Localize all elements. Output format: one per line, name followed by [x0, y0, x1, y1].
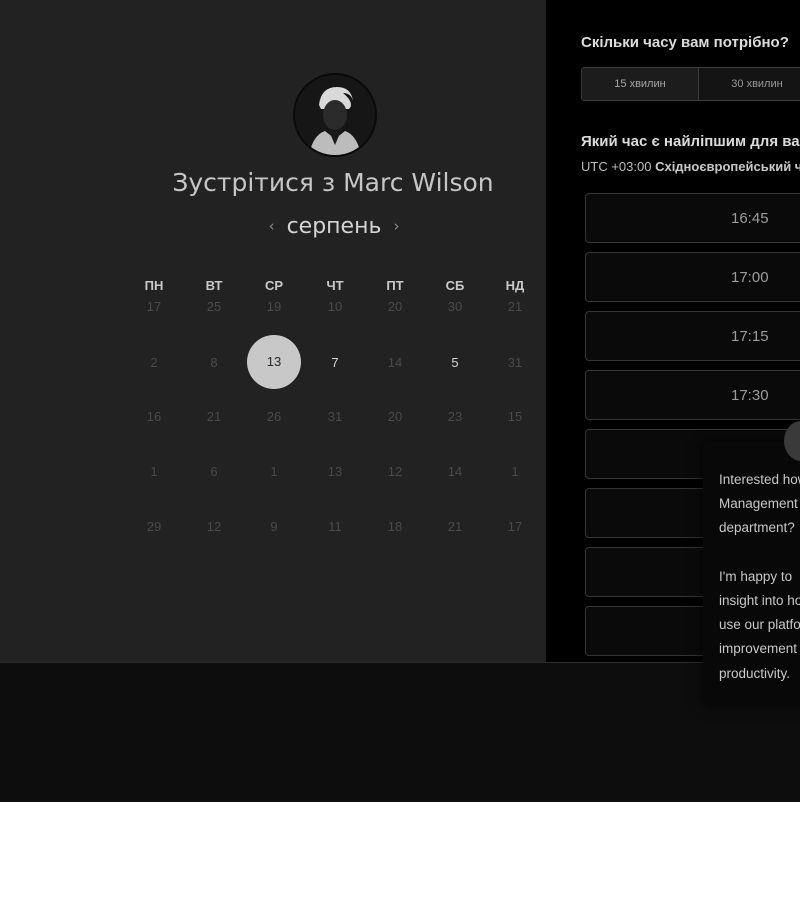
time-slot[interactable]: 17:00 — [585, 252, 800, 302]
calendar-day: 1 — [511, 464, 519, 479]
calendar-day: 11 — [328, 519, 342, 534]
host-avatar — [293, 73, 377, 157]
calendar-day: 18 — [387, 519, 403, 534]
scheduler-screen: Зустрітися з Marc Wilson ‹ серпень › ПН ВТ С… — [0, 0, 800, 802]
calendar-day: 31 — [327, 409, 343, 424]
calendar-panel: Зустрітися з Marc Wilson ‹ серпень › ПН ВТ С… — [0, 0, 546, 662]
calendar-day: 21 — [507, 299, 523, 314]
time-slot[interactable]: 16:45 — [585, 193, 800, 243]
weekday-header: НД — [505, 278, 525, 293]
month-label: серпень — [286, 214, 382, 239]
time-slot-label: 17:30 — [731, 387, 769, 404]
calendar-day[interactable]: 5 — [435, 355, 475, 370]
footer-bar — [0, 662, 800, 802]
calendar-day: 1 — [150, 464, 158, 479]
calendar-day: 21 — [206, 409, 222, 424]
duration-question: Скільки часу вам потрібно? — [581, 34, 789, 51]
calendar-day: 19 — [266, 299, 282, 314]
calendar-day: 21 — [447, 519, 463, 534]
calendar-day: 10 — [327, 299, 343, 314]
timezone-name: Східноєвропейський час — [655, 159, 800, 174]
weekday-header: ВТ — [205, 278, 223, 293]
calendar-day: 26 — [266, 409, 282, 424]
calendar-day: 13 — [327, 464, 343, 479]
duration-option-30[interactable]: 30 хвилин — [699, 68, 800, 100]
duration-selector: 15 хвилин 30 хвилин — [581, 67, 800, 101]
calendar-day: 12 — [206, 519, 222, 534]
calendar-day: 15 — [507, 409, 523, 424]
weekday-header: СР — [264, 278, 284, 293]
calendar-day: 23 — [447, 409, 463, 424]
calendar-day: 14 — [447, 464, 463, 479]
chat-popup[interactable]: Interested how Management department? I'… — [703, 442, 800, 704]
calendar-day-selected[interactable]: 13 — [247, 335, 301, 389]
weekday-header: ЧТ — [326, 278, 344, 293]
calendar-day: 17 — [507, 519, 523, 534]
calendar-day: 1 — [270, 464, 278, 479]
calendar-day: 17 — [146, 299, 162, 314]
duration-option-15[interactable]: 15 хвилин — [582, 68, 699, 100]
timezone-label: UTC +03:00 Східноєвропейський час — [581, 159, 800, 174]
person-avatar-icon — [295, 75, 375, 155]
calendar-day: 8 — [210, 355, 218, 370]
calendar-day: 12 — [387, 464, 403, 479]
calendar-day: 30 — [447, 299, 463, 314]
calendar-day: 14 — [387, 355, 403, 370]
calendar-day: 20 — [387, 299, 403, 314]
time-question: Який час є найліпшим для вас? — [581, 133, 800, 150]
calendar-day: 20 — [387, 409, 403, 424]
calendar-day: 16 — [146, 409, 162, 424]
calendar-day[interactable]: 7 — [315, 355, 355, 370]
weekday-header: ПТ — [386, 278, 404, 293]
calendar-day: 9 — [270, 519, 278, 534]
calendar-day: 6 — [210, 464, 218, 479]
weekday-header: ПН — [144, 278, 164, 293]
timezone-offset: UTC +03:00 — [581, 159, 652, 174]
chat-message: Interested how Management department? I'… — [719, 472, 800, 681]
chevron-left-icon[interactable]: ‹ — [269, 217, 275, 235]
calendar-day: 25 — [206, 299, 222, 314]
calendar-day: 31 — [507, 355, 523, 370]
chevron-right-icon[interactable]: › — [393, 217, 399, 235]
calendar-day: 29 — [146, 519, 162, 534]
calendar-day: 2 — [150, 355, 158, 370]
time-slot-label: 17:15 — [731, 328, 769, 345]
time-slot-label: 17:00 — [731, 269, 769, 286]
time-slot[interactable]: 17:30 — [585, 370, 800, 420]
weekday-header: СБ — [445, 278, 465, 293]
time-slot[interactable]: 17:15 — [585, 311, 800, 361]
time-slot-label: 16:45 — [731, 210, 769, 227]
